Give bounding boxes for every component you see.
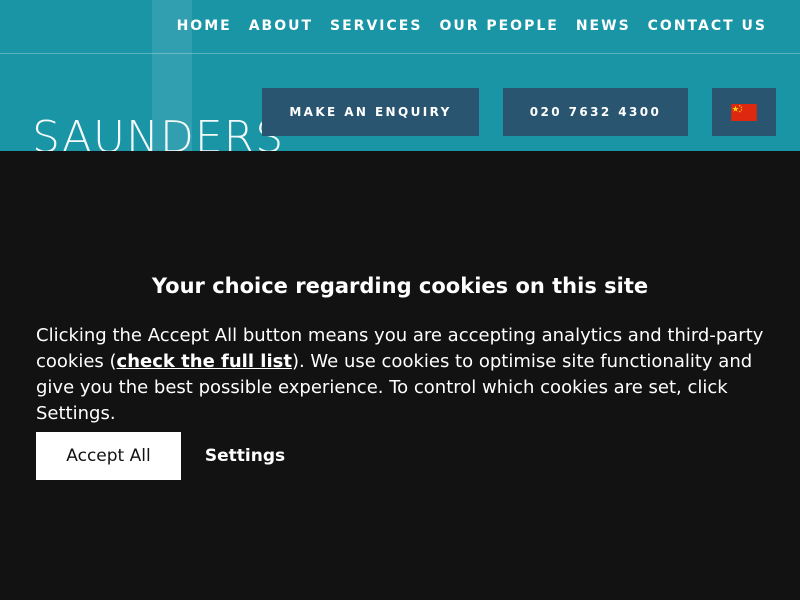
cookie-banner-text: Clicking the Accept All button means you… [36,323,766,427]
language-switch-button[interactable] [712,88,776,136]
nav-home-link[interactable]: HOME [177,17,232,35]
site-logo[interactable]: SAUNDERS [32,112,284,151]
phone-number-button[interactable]: 020 7632 4300 [503,88,688,136]
nav-our-people-link[interactable]: OUR PEOPLE [439,17,558,35]
nav-contact-us-link[interactable]: CONTACT US [648,17,767,35]
site-header: HOME ABOUT SERVICES OUR PEOPLE NEWS CONT… [0,0,800,151]
nav-about-link[interactable]: ABOUT [249,17,313,35]
nav-divider [0,53,800,54]
china-flag-icon [731,103,757,121]
main-nav: HOME ABOUT SERVICES OUR PEOPLE NEWS CONT… [177,17,767,35]
cookie-full-list-link[interactable]: check the full list [117,351,292,372]
cookie-banner-title: Your choice regarding cookies on this si… [151,274,649,298]
nav-services-link[interactable]: SERVICES [330,17,422,35]
accept-all-button[interactable]: Accept All [36,432,181,480]
make-enquiry-button[interactable]: MAKE AN ENQUIRY [262,88,479,136]
cookie-settings-button[interactable]: Settings [181,432,309,480]
cookie-consent-banner: Your choice regarding cookies on this si… [0,151,800,600]
nav-news-link[interactable]: NEWS [576,17,631,35]
